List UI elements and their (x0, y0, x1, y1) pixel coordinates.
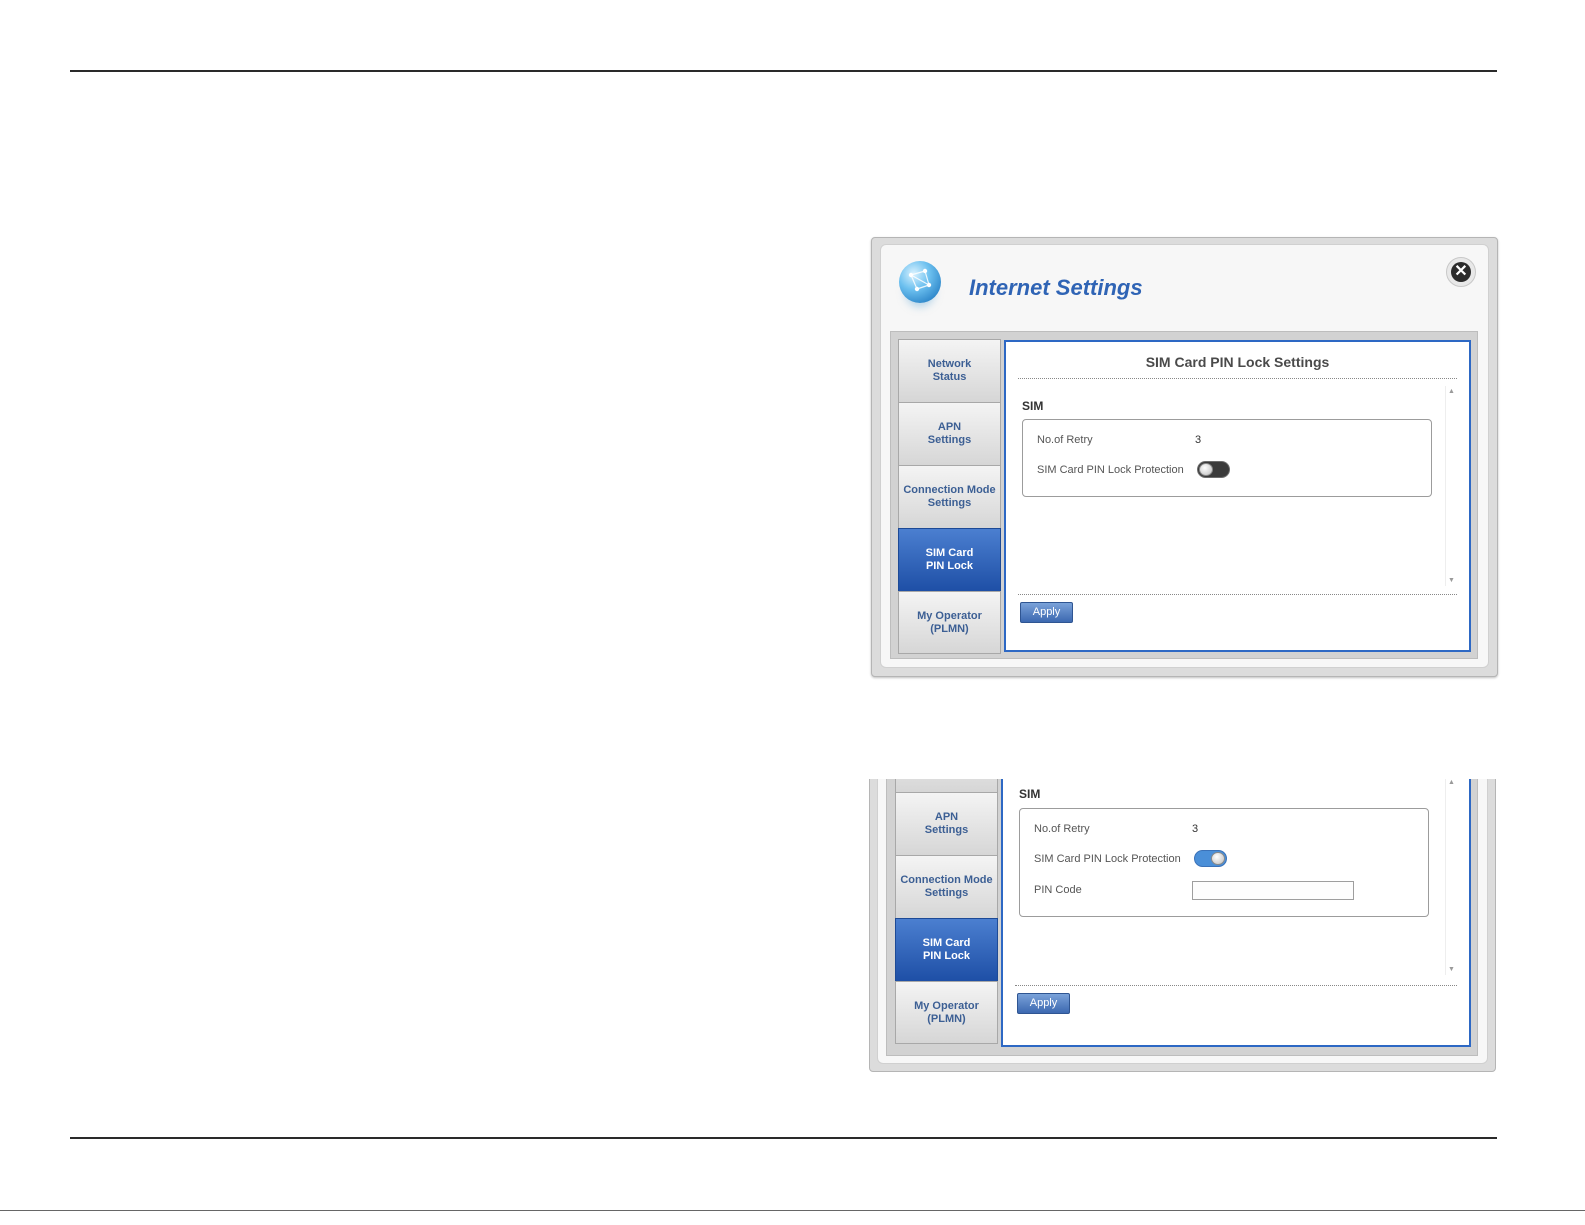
retry-value: 3 (1195, 434, 1202, 446)
section-label-sim: SIM (1019, 787, 1041, 801)
retry-value: 3 (1192, 823, 1199, 835)
top-rule (70, 70, 1497, 72)
section-label-sim: SIM (1022, 399, 1044, 413)
apply-button[interactable]: Apply (1017, 993, 1070, 1014)
scroll-down-icon[interactable]: ▼ (1448, 966, 1455, 973)
sidebar-item-label: My Operator (917, 609, 982, 622)
retry-label: No.of Retry (1037, 434, 1093, 446)
close-icon[interactable]: ✕ (1451, 262, 1471, 282)
pin-protection-label: SIM Card PIN Lock Protection (1037, 464, 1184, 476)
dialog-panel: Internet Settings ✕ Network Status APN Set… (880, 244, 1489, 668)
content-scrollbar[interactable]: ▲ ▼ (1445, 779, 1457, 975)
sidebar-item-label: SIM Card (925, 547, 974, 559)
sidebar-item-apn-settings[interactable]: APN Settings (895, 792, 998, 855)
sidebar-item-label: Network (927, 358, 972, 370)
pin-protection-label: SIM Card PIN Lock Protection (1034, 853, 1181, 865)
sidebar-item-label: Settings (924, 887, 969, 899)
sidebar-item-label: Settings (924, 824, 969, 836)
internet-settings-dialog-scrolled: APN Settings Connection Mode Settings SIM … (869, 779, 1496, 1072)
scroll-up-icon[interactable]: ▲ (1448, 388, 1455, 395)
sidebar-item-label: APN (937, 421, 962, 433)
close-button[interactable]: ✕ (1446, 257, 1476, 287)
sim-settings-group: No.of Retry 3 SIM Card PIN Lock Protecti… (1019, 808, 1429, 917)
sidebar-item-network-status[interactable]: Network Status (898, 339, 1001, 402)
dialog-body: Network Status APN Settings Connection Mod… (890, 331, 1478, 659)
sim-settings-group: No.of Retry 3 SIM Card PIN Lock Protecti… (1022, 419, 1432, 497)
apply-button[interactable]: Apply (1020, 602, 1073, 623)
divider (1015, 985, 1457, 986)
scroll-down-icon[interactable]: ▼ (1448, 577, 1455, 584)
sidebar-item-label: (PLMN) (927, 1012, 966, 1025)
sidebar-item-connection-mode[interactable]: Connection Mode Settings (895, 855, 998, 918)
sidebar-item-label: Settings (927, 434, 972, 446)
sidebar-item-label: (PLMN) (930, 622, 969, 635)
settings-content-panel: SIM Card PIN Lock Settings SIM No.of Ret… (1004, 340, 1471, 652)
divider (1018, 594, 1457, 595)
pin-protection-toggle[interactable] (1194, 850, 1227, 867)
pin-protection-toggle[interactable] (1197, 461, 1230, 478)
sidebar-item-connection-mode[interactable]: Connection Mode Settings (898, 465, 1001, 528)
sidebar-item-label: My Operator (914, 999, 979, 1012)
toggle-knob (1211, 852, 1225, 865)
sidebar-item-network-status-partial[interactable] (895, 779, 998, 792)
sidebar-item-label: Settings (927, 497, 972, 509)
sidebar-item-label: PIN Lock (922, 950, 971, 962)
content-scrollbar[interactable]: ▲ ▼ (1445, 386, 1457, 586)
globe-network-icon (899, 261, 941, 303)
retry-label: No.of Retry (1034, 823, 1090, 835)
page-bottom-edge (0, 1210, 1585, 1211)
sidebar-item-label: SIM Card (922, 937, 971, 949)
sidebar-item-sim-pin-lock[interactable]: SIM Card PIN Lock (895, 918, 998, 981)
bottom-rule (70, 1137, 1497, 1139)
pin-code-label: PIN Code (1034, 884, 1082, 896)
sidebar-item-label: Status (932, 371, 967, 383)
internet-settings-dialog: Internet Settings ✕ Network Status APN Set… (871, 237, 1498, 677)
toggle-knob (1199, 463, 1213, 476)
scroll-up-icon[interactable]: ▲ (1448, 779, 1455, 786)
sidebar-item-label: Connection Mode (900, 874, 993, 886)
page-title: SIM Card PIN Lock Settings (1018, 354, 1457, 379)
sidebar-item-label: APN (934, 811, 959, 823)
pin-code-input[interactable] (1192, 881, 1354, 900)
sidebar-item-my-operator[interactable]: My Operator (PLMN) (898, 591, 1001, 654)
sidebar-item-sim-pin-lock[interactable]: SIM Card PIN Lock (898, 528, 1001, 591)
settings-sidebar: APN Settings Connection Mode Settings SIM … (895, 779, 998, 1044)
settings-content-panel: SIM No.of Retry 3 SIM Card PIN Lock Prot… (1001, 779, 1471, 1047)
sidebar-item-apn-settings[interactable]: APN Settings (898, 402, 1001, 465)
sidebar-item-label: Connection Mode (903, 484, 996, 496)
dialog-title: Internet Settings (969, 275, 1143, 300)
sidebar-item-my-operator[interactable]: My Operator (PLMN) (895, 981, 998, 1044)
settings-sidebar: Network Status APN Settings Connection Mod… (898, 339, 1001, 654)
sidebar-item-label: PIN Lock (925, 560, 974, 572)
